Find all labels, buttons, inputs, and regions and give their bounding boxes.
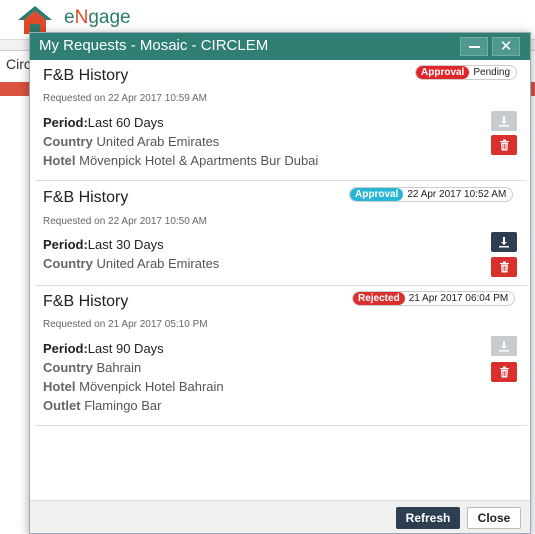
close-dialog-button[interactable]: ✕	[492, 37, 520, 56]
requested-date: Requested on 22 Apr 2017 10:50 AM	[43, 216, 208, 227]
request-title: F&B History	[43, 293, 129, 310]
minimize-icon	[468, 45, 480, 48]
refresh-button[interactable]: Refresh	[396, 507, 460, 529]
status-badge: Approval Pending	[415, 65, 518, 80]
status-text: 21 Apr 2017 06:04 PM	[408, 293, 509, 304]
requested-date: Requested on 21 Apr 2017 05:10 PM	[43, 319, 208, 330]
period-line: Period:Last 90 Days	[43, 341, 164, 356]
request-item: F&B History Approval 22 Apr 2017 10:52 A…	[35, 181, 527, 286]
engage-logo-icon	[18, 6, 52, 34]
approval-badge: Approval	[350, 188, 404, 201]
request-title: F&B History	[43, 189, 129, 206]
request-title: F&B History	[43, 67, 129, 84]
outlet-line: Outlet Flamingo Bar	[43, 398, 162, 413]
dialog-titlebar[interactable]: My Requests - Mosaic - CIRCLEM ✕	[30, 33, 530, 60]
background-tab[interactable]: Circ	[6, 56, 31, 72]
request-item: F&B History Rejected 21 Apr 2017 06:04 P…	[35, 286, 527, 426]
country-line: Country Bahrain	[43, 360, 142, 375]
download-icon	[499, 341, 509, 352]
my-requests-dialog: My Requests - Mosaic - CIRCLEM ✕ F&B His…	[29, 32, 531, 534]
period-line: Period:Last 30 Days	[43, 237, 164, 252]
download-button[interactable]	[491, 232, 517, 252]
country-line: Country United Arab Emirates	[43, 134, 220, 149]
dialog-footer: Refresh Close	[30, 500, 530, 533]
requested-date: Requested on 22 Apr 2017 10:59 AM	[43, 93, 208, 104]
close-icon: ✕	[499, 38, 513, 55]
download-button[interactable]	[491, 111, 517, 131]
country-line: Country United Arab Emirates	[43, 256, 220, 271]
request-item: F&B History Approval Pending Requested o…	[35, 60, 527, 181]
download-icon	[499, 237, 509, 248]
hotel-line: Hotel Mövenpick Hotel & Apartments Bur D…	[43, 153, 319, 168]
download-icon	[499, 116, 509, 127]
requests-list: F&B History Approval Pending Requested o…	[30, 60, 530, 500]
brand-name: eNgage	[64, 7, 131, 28]
close-button[interactable]: Close	[467, 507, 521, 529]
delete-button[interactable]	[491, 362, 517, 382]
download-button[interactable]	[491, 336, 517, 356]
approval-badge: Approval	[416, 66, 470, 79]
delete-button[interactable]	[491, 257, 517, 277]
trash-icon	[499, 261, 509, 273]
minimize-button[interactable]	[460, 37, 488, 56]
rejected-badge: Rejected	[353, 292, 405, 305]
status-text: 22 Apr 2017 10:52 AM	[407, 189, 507, 200]
status-badge: Approval 22 Apr 2017 10:52 AM	[349, 187, 514, 202]
trash-icon	[499, 139, 509, 151]
trash-icon	[499, 366, 509, 378]
delete-button[interactable]	[491, 135, 517, 155]
dialog-title: My Requests - Mosaic - CIRCLEM	[39, 37, 269, 54]
hotel-line: Hotel Mövenpick Hotel Bahrain	[43, 379, 224, 394]
status-text: Pending	[473, 67, 511, 78]
period-line: Period:Last 60 Days	[43, 115, 164, 130]
status-badge: Rejected 21 Apr 2017 06:04 PM	[352, 291, 516, 306]
